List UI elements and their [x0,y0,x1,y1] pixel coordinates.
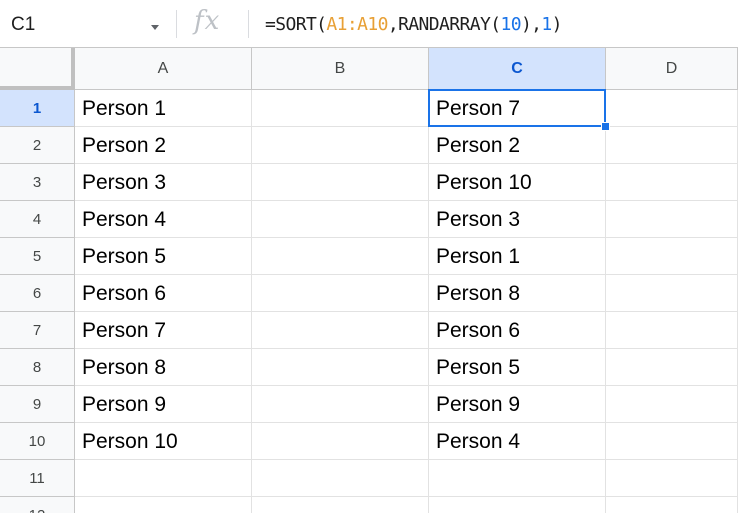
spreadsheet-grid: A B C D 1 Person 1 Person 7 2 Person 2 Person 23P… [0,48,738,513]
cell-a5[interactable]: Person 5 [75,238,252,275]
cell-c4[interactable]: Person 3 [429,201,606,238]
row-header-7[interactable]: 7 [0,312,75,349]
column-header-d[interactable]: D [606,48,738,90]
cell-c5[interactable]: Person 1 [429,238,606,275]
cell-b9[interactable] [252,386,429,423]
select-all-corner[interactable] [0,48,75,90]
cell-a4[interactable]: Person 4 [75,201,252,238]
cell-c6[interactable]: Person 8 [429,275,606,312]
cell-b8[interactable] [252,349,429,386]
cell-a3[interactable]: Person 3 [75,164,252,201]
cell-c9[interactable]: Person 9 [429,386,606,423]
column-header-a[interactable]: A [75,48,252,90]
formula-token: ) [551,14,563,35]
cell-b12[interactable] [252,497,429,513]
row-header-12[interactable]: 12 [0,497,75,513]
cell-c1[interactable]: Person 7 [429,90,606,127]
cell-d3[interactable] [606,164,738,201]
row-header-1[interactable]: 1 [0,90,75,127]
cell-b2[interactable] [252,127,429,164]
chevron-down-icon[interactable] [151,25,159,30]
cell-a7[interactable]: Person 7 [75,312,252,349]
cell-d10[interactable] [606,423,738,460]
cell-b3[interactable] [252,164,429,201]
divider [176,10,177,38]
cell-c8[interactable]: Person 5 [429,349,606,386]
formula-token: A1:A10 [326,14,388,35]
row-header-6[interactable]: 6 [0,275,75,312]
cell-a8[interactable]: Person 8 [75,349,252,386]
cell-d2[interactable] [606,127,738,164]
row-header-2[interactable]: 2 [0,127,75,164]
cell-c2[interactable]: Person 2 [429,127,606,164]
row-header-5[interactable]: 5 [0,238,75,275]
cell-b4[interactable] [252,201,429,238]
fx-icon: fx [194,6,221,36]
row-header-4[interactable]: 4 [0,201,75,238]
fill-handle[interactable] [601,122,610,131]
divider [248,10,249,38]
formula-token: 1 [541,14,552,35]
cell-b10[interactable] [252,423,429,460]
cell-c10[interactable]: Person 4 [429,423,606,460]
cell-c11[interactable] [429,460,606,497]
cell-b5[interactable] [252,238,429,275]
cell-d6[interactable] [606,275,738,312]
cell-d5[interactable] [606,238,738,275]
cell-a2[interactable]: Person 2 [75,127,252,164]
cell-d1[interactable] [606,90,738,127]
column-header-c[interactable]: C [429,48,606,90]
cell-b11[interactable] [252,460,429,497]
cell-b6[interactable] [252,275,429,312]
column-header-b[interactable]: B [252,48,429,90]
row-header-9[interactable]: 9 [0,386,75,423]
row-header-8[interactable]: 8 [0,349,75,386]
cell-d4[interactable] [606,201,738,238]
cell-c7[interactable]: Person 6 [429,312,606,349]
cell-a12[interactable] [75,497,252,513]
cell-d7[interactable] [606,312,738,349]
cell-a9[interactable]: Person 9 [75,386,252,423]
cell-c12[interactable] [429,497,606,513]
cell-a6[interactable]: Person 6 [75,275,252,312]
formula-token: ), [520,14,542,35]
row-header-11[interactable]: 11 [0,460,75,497]
cell-b1[interactable] [252,90,429,127]
cell-d9[interactable] [606,386,738,423]
cell-b7[interactable] [252,312,429,349]
row-header-3[interactable]: 3 [0,164,75,201]
formula-bar: C1 fx =SORT(A1:A10,RANDARRAY(10),1) [0,0,738,48]
name-box-value: C1 [11,14,36,35]
name-box[interactable]: C1 [0,0,176,48]
cell-d11[interactable] [606,460,738,497]
cell-a1[interactable]: Person 1 [75,90,252,127]
cell-d12[interactable] [606,497,738,513]
row-header-10[interactable]: 10 [0,423,75,460]
formula-token: ,RANDARRAY( [387,14,501,35]
cell-c3[interactable]: Person 10 [429,164,606,201]
cell-a11[interactable] [75,460,252,497]
cell-a10[interactable]: Person 10 [75,423,252,460]
formula-token: 10 [500,14,521,35]
cell-d8[interactable] [606,349,738,386]
formula-token: =SORT( [265,14,327,35]
formula-input[interactable]: =SORT(A1:A10,RANDARRAY(10),1) [265,14,563,35]
